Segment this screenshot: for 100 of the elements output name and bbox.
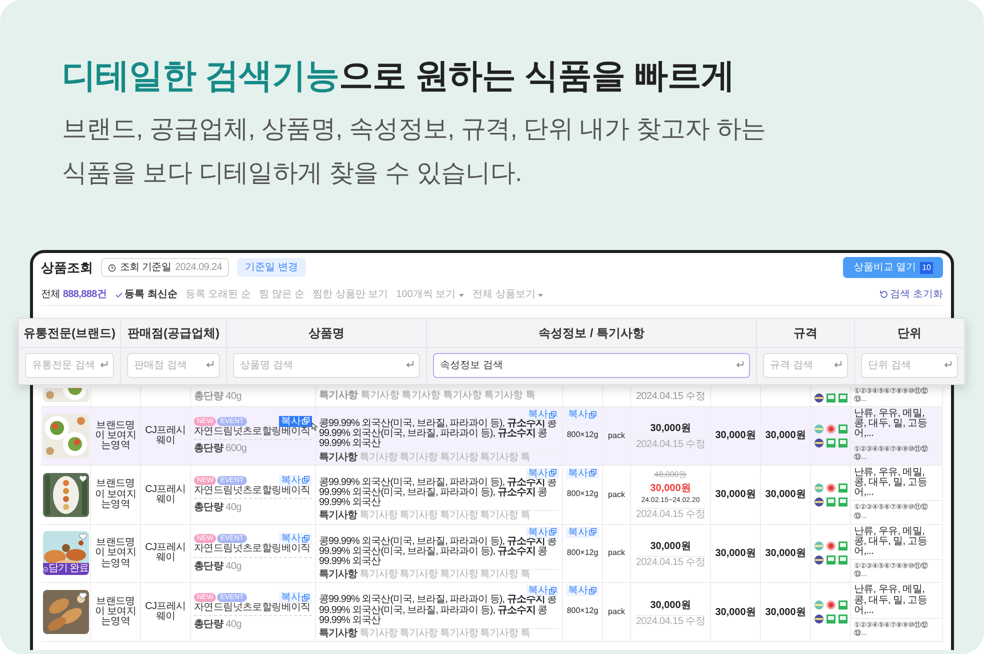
seal-icon	[814, 541, 824, 552]
spec: 800×12g	[566, 429, 598, 442]
spec: 800×12g	[566, 546, 598, 559]
allergen-list: 난류, 우유, 메밀, 콩, 대두, 밀, 고등어,...	[854, 585, 939, 616]
price: 30,000원	[765, 429, 806, 444]
reset-search-button[interactable]: 검색 초기화	[879, 287, 943, 302]
product-name: 자연드림넛츠로할링베이직	[194, 426, 312, 438]
seller-name: CJ프레시웨이	[144, 543, 187, 564]
brand-name: 브랜드명이 보여지는영역	[94, 420, 137, 452]
notes: 특기사항 특기사항 특기사항 특기사항 특기사항 특	[319, 569, 559, 580]
product-name: 자연드림넛츠로할링베이직	[194, 486, 312, 496]
price: 30,000원	[715, 488, 756, 502]
date-field[interactable]: 조회 기준일 2024.09.24	[101, 258, 230, 277]
seal-icon	[814, 482, 824, 493]
copy-icon	[549, 410, 557, 419]
weight: 총단량 40g	[194, 615, 312, 632]
flower-seal-icon	[826, 482, 836, 493]
column-header: 속성정보 / 특기사항	[427, 319, 756, 348]
notes: 특기사항 특기사항 특기사항 특기사항 특기사항 특	[319, 628, 559, 640]
brand-name: 브랜드명이 보여지는영역	[94, 596, 137, 628]
seller-name: CJ프레시웨이	[144, 484, 187, 505]
product-row[interactable]	[41, 583, 943, 642]
product-row[interactable]	[41, 407, 943, 466]
refresh-icon	[879, 290, 888, 299]
price: 30,000원	[765, 606, 806, 620]
unit: pack	[608, 430, 625, 442]
column-header: 상품명	[227, 319, 426, 348]
search-field[interactable]: 속성정보 검색	[433, 353, 750, 378]
search-field[interactable]: 유통전문 검색	[25, 353, 114, 378]
copy-button[interactable]: 복사	[566, 409, 599, 420]
allergen-list: 난류, 우유, 메밀, 콩, 대두, 밀, 고등어,...	[854, 409, 939, 440]
price: 30,000원	[650, 598, 691, 613]
updated-date: 2024.04.15 수정	[636, 390, 705, 404]
seal-icon	[814, 614, 824, 624]
enter-icon	[943, 360, 953, 368]
copy-button[interactable]: 복사	[279, 592, 312, 604]
flower-seal-icon	[826, 600, 836, 610]
copy-button[interactable]: 복사	[566, 585, 599, 596]
screen-seal-icon	[826, 438, 836, 448]
price: 30,000원	[715, 429, 756, 444]
copy-button[interactable]: 복사	[566, 468, 599, 479]
cart-status-label: 담기 완료	[42, 563, 88, 576]
screen-seal-icon	[838, 393, 848, 404]
notes: 특기사항 특기사항 특기사항 특기사항 특기사항 특	[319, 452, 559, 463]
seal-icon	[814, 393, 824, 404]
headline: 디테일한 검색기능으로 원하는 식품을 빠르게	[62, 56, 736, 97]
copy-icon	[549, 528, 557, 536]
flower-seal-icon	[826, 424, 836, 434]
allergen-list: 난류, 우유, 메밀, 콩, 대두, 밀, 고등어,...	[854, 526, 939, 558]
copy-button[interactable]: 복사	[526, 526, 559, 538]
copy-icon	[302, 594, 310, 602]
page-title: 상품조회	[41, 258, 93, 277]
weight: 총단량 40g	[194, 390, 242, 404]
change-date-button[interactable]: 기준일 변경	[237, 258, 306, 277]
dropdown[interactable]: 100개씩 보기	[396, 287, 465, 302]
copy-button[interactable]: 복사	[279, 474, 312, 486]
updated-date: 2024.04.15 수정	[636, 438, 705, 450]
sort-option[interactable]: 등록 오래된 순	[185, 287, 251, 302]
column-header: 규격	[757, 319, 854, 348]
sort-option[interactable]: 찜한 상품만 보기	[312, 287, 388, 302]
original-price: 48,000원	[654, 468, 687, 481]
seal-icon	[814, 555, 824, 566]
copy-button[interactable]: 복사	[566, 526, 599, 538]
price: 30,000원	[715, 606, 756, 620]
screen-seal-icon	[838, 482, 848, 493]
check-icon	[114, 290, 123, 298]
copy-button[interactable]: 복사	[526, 585, 559, 596]
copy-button[interactable]: 복사	[526, 468, 559, 479]
copy-button[interactable]: 복사	[279, 533, 312, 544]
updated-date: 2024.04.15 수정	[636, 508, 705, 520]
brand-name: 브랜드명이 보여지는영역	[94, 538, 137, 569]
copy-icon	[549, 586, 557, 595]
copy-button[interactable]: 복사	[526, 409, 559, 420]
sort-option[interactable]: 찜 많은 순	[258, 287, 305, 302]
copy-icon	[589, 586, 597, 595]
search-field[interactable]: 판매점 검색	[127, 353, 220, 378]
clock-icon	[108, 264, 116, 272]
unit: pack	[608, 547, 625, 560]
unit: pack	[608, 606, 625, 618]
caret-icon	[458, 292, 465, 298]
caret-icon	[537, 292, 544, 298]
product-name: 자연드림넛츠로할링베이직	[194, 544, 312, 555]
product-row[interactable]	[41, 524, 943, 584]
copy-icon	[589, 410, 597, 419]
product-row[interactable]	[41, 466, 943, 525]
search-field[interactable]: 단위 검색	[861, 353, 958, 378]
check-circle-icon	[42, 566, 48, 573]
copy-icon	[302, 534, 310, 543]
compare-button[interactable]: 상품비교 열기 10	[843, 257, 943, 278]
search-field[interactable]: 상품명 검색	[233, 353, 420, 378]
enter-icon	[405, 360, 415, 368]
sort-option[interactable]: 등록 최신순	[114, 287, 178, 302]
seal-icon	[814, 496, 824, 507]
copy-icon	[589, 528, 597, 536]
updated-date: 2024.04.15 수정	[636, 556, 705, 568]
search-field[interactable]: 규격 검색	[763, 353, 848, 378]
cursor-icon	[310, 422, 318, 431]
copy-icon	[302, 417, 310, 426]
total-count: 전체 888,888건	[41, 288, 107, 302]
dropdown[interactable]: 전체 상품보기	[472, 287, 544, 302]
